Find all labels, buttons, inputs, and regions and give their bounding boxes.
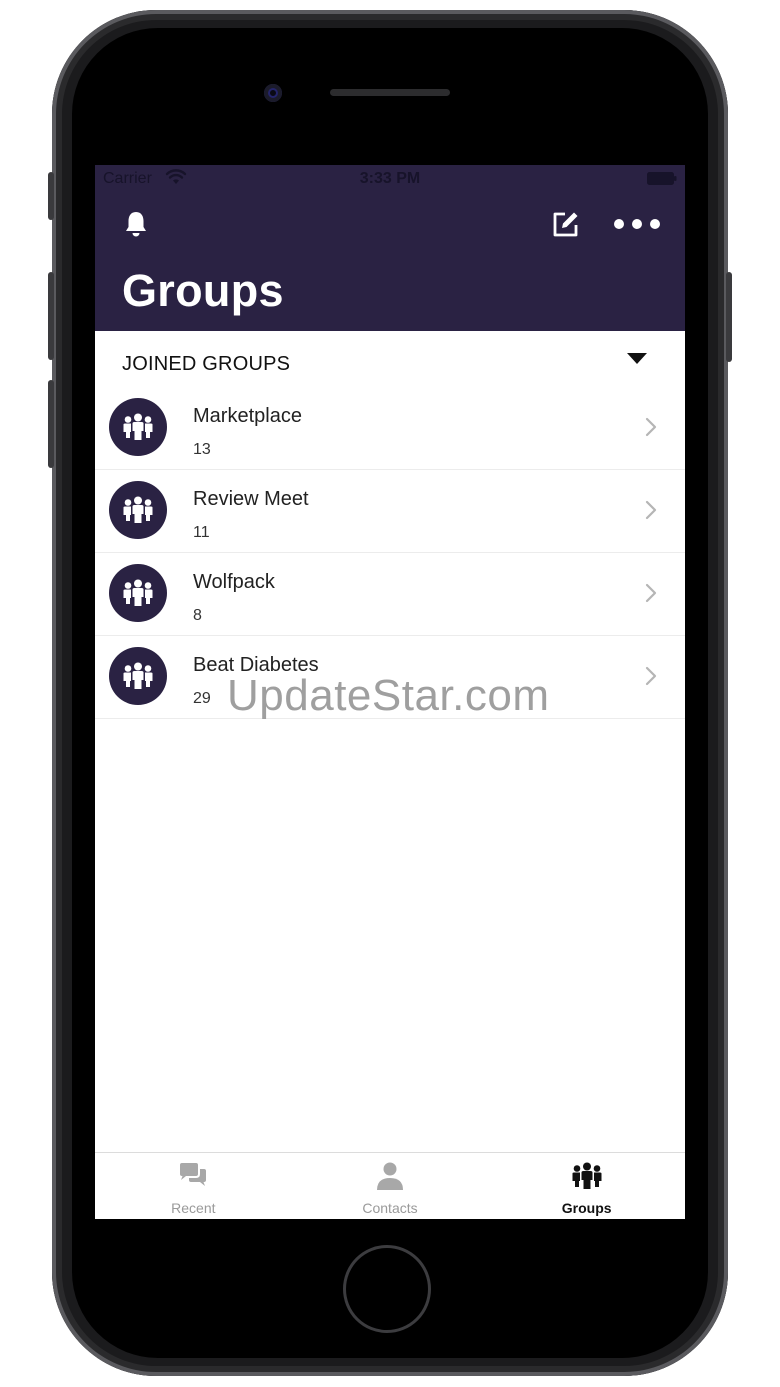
page-title: Groups — [122, 265, 284, 316]
front-camera — [264, 84, 282, 102]
group-avatar — [109, 398, 167, 456]
group-icon — [123, 579, 153, 606]
bottom-tab-bar: Recent Contacts Groups — [95, 1152, 685, 1219]
bell-icon[interactable] — [121, 209, 151, 239]
watermark-text: UpdateStar.com — [227, 671, 550, 720]
group-icon — [123, 662, 153, 689]
group-row[interactable]: Wolfpack 8 — [95, 553, 685, 636]
tab-label: Groups — [561, 1200, 612, 1216]
volume-down-button — [48, 380, 54, 468]
group-row[interactable]: Marketplace 13 — [95, 387, 685, 470]
group-row[interactable]: Review Meet 11 — [95, 470, 685, 553]
group-member-count: 11 — [193, 524, 210, 541]
group-icon — [572, 1162, 602, 1189]
group-avatar — [109, 564, 167, 622]
group-name: Wolfpack — [193, 571, 275, 593]
tab-contacts[interactable]: Contacts — [292, 1153, 489, 1219]
group-name: Review Meet — [193, 488, 309, 510]
group-list: Marketplace 13 Review Meet 11 Wolfpack 8… — [95, 387, 685, 719]
chat-bubbles-icon — [180, 1163, 207, 1186]
status-bar: Carrier 3:33 PM — [95, 165, 685, 193]
tab-recent[interactable]: Recent — [95, 1153, 292, 1219]
device-frame-stage: Carrier 3:33 PM Groups JOINED GROUPS Mar… — [0, 0, 780, 1387]
power-button — [726, 272, 732, 362]
volume-up-button — [48, 272, 54, 360]
group-avatar — [109, 647, 167, 705]
group-member-count: 8 — [193, 607, 202, 624]
group-icon — [123, 496, 153, 523]
tab-groups[interactable]: Groups — [488, 1153, 685, 1219]
tab-label: Recent — [171, 1200, 216, 1216]
chevron-right-icon — [645, 417, 657, 437]
chevron-right-icon — [645, 666, 657, 686]
app-screen: Carrier 3:33 PM Groups JOINED GROUPS Mar… — [95, 165, 685, 1219]
earpiece-speaker — [330, 89, 450, 96]
person-icon — [377, 1162, 403, 1190]
status-time: 3:33 PM — [359, 170, 421, 187]
group-avatar — [109, 481, 167, 539]
battery-icon — [647, 172, 677, 185]
compose-icon[interactable] — [551, 209, 581, 239]
tab-label: Contacts — [362, 1200, 418, 1216]
more-icon[interactable] — [613, 213, 661, 235]
mute-switch — [48, 172, 54, 220]
chevron-right-icon — [645, 583, 657, 603]
group-icon — [123, 413, 153, 440]
chevron-right-icon — [645, 500, 657, 520]
group-name: Marketplace — [193, 405, 302, 427]
home-button[interactable] — [343, 1245, 431, 1333]
group-member-count: 29 — [193, 690, 211, 707]
caret-down-icon — [627, 353, 647, 364]
app-header: Carrier 3:33 PM Groups — [95, 165, 685, 331]
joined-groups-section-toggle[interactable]: JOINED GROUPS — [95, 331, 685, 393]
section-title: JOINED GROUPS — [122, 353, 291, 375]
group-member-count: 13 — [193, 441, 211, 458]
